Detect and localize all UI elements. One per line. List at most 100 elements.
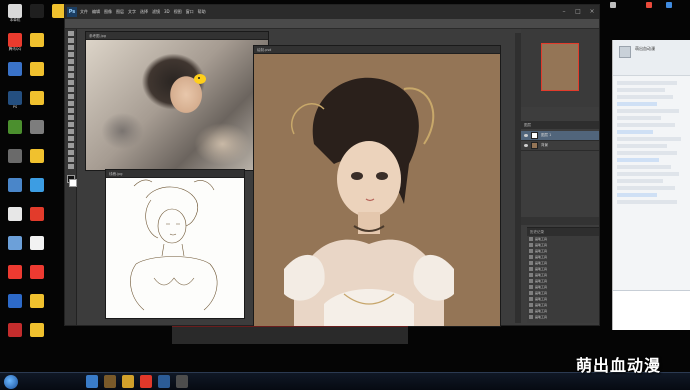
menu-item[interactable]: 视图	[174, 9, 182, 15]
lasso-tool-icon[interactable]	[67, 45, 74, 50]
taskbar-app-button[interactable]	[86, 375, 98, 388]
desktop-icon[interactable]	[4, 178, 26, 192]
brush-icon	[529, 273, 533, 277]
desktop-icon[interactable]	[26, 265, 48, 279]
brush-icon	[529, 255, 533, 259]
painting-drawing	[284, 77, 454, 326]
history-item[interactable]: 画笔工具	[527, 314, 599, 320]
document-painting[interactable]: 绘制.psd	[253, 45, 501, 327]
desktop-icon[interactable]	[26, 178, 48, 192]
sketch-drawing	[130, 179, 218, 311]
desktop-icon[interactable]	[4, 207, 26, 221]
start-button[interactable]	[4, 375, 18, 389]
desktop-icon[interactable]: 腾讯QQ	[4, 33, 26, 51]
document-tab[interactable]: 线稿.jpg	[106, 170, 244, 178]
taskbar-app-button[interactable]	[122, 375, 134, 388]
taskbar-app-button[interactable]	[140, 375, 152, 388]
desktop-icon[interactable]	[4, 323, 26, 337]
path-select-icon[interactable]	[67, 143, 74, 148]
desktop-icon[interactable]	[26, 207, 48, 221]
layers-panel-header[interactable]: 图层	[521, 121, 599, 129]
eraser-tool-icon[interactable]	[67, 101, 74, 106]
desktop-icon[interactable]	[26, 294, 48, 308]
photoshop-logo: Ps	[67, 7, 77, 17]
blur-tool-icon[interactable]	[67, 115, 74, 120]
chat-input[interactable]	[613, 290, 690, 330]
menu-item[interactable]: 3D	[164, 9, 170, 15]
menu-item[interactable]: 编辑	[92, 9, 100, 15]
desktop-icon[interactable]	[26, 4, 48, 18]
avatar[interactable]	[619, 46, 631, 58]
minimize-button[interactable]: –	[557, 5, 571, 19]
shape-tool-icon[interactable]	[67, 150, 74, 155]
desktop-icon[interactable]	[4, 265, 26, 279]
desktop-icon[interactable]	[26, 149, 48, 163]
desktop-icon[interactable]: PS	[4, 91, 26, 109]
desktop-icon[interactable]	[4, 294, 26, 308]
stamp-tool-icon[interactable]	[67, 87, 74, 92]
desktop-icon[interactable]	[26, 323, 48, 337]
document-tab[interactable]: 参考图.jpg	[86, 32, 268, 40]
chat-header: 萌出血动漫	[613, 40, 690, 76]
desktop-icon[interactable]	[4, 62, 26, 76]
layer-row[interactable]: 图层 1	[521, 131, 599, 141]
document-line-sketch[interactable]: 线稿.jpg	[105, 169, 245, 319]
navigator-thumbnail[interactable]	[541, 43, 579, 91]
desktop-icon[interactable]	[4, 149, 26, 163]
menu-item[interactable]: 图层	[116, 9, 124, 15]
brush-tool-icon[interactable]	[67, 80, 74, 85]
background-window[interactable]	[172, 326, 408, 344]
taskbar-app-button[interactable]	[158, 375, 170, 388]
menu-item[interactable]: 文件	[80, 9, 88, 15]
desktop-icon[interactable]: 本单机	[4, 4, 26, 22]
app-icon[interactable]	[646, 2, 652, 8]
menu-item[interactable]: 选择	[140, 9, 148, 15]
wand-tool-icon[interactable]	[67, 52, 74, 57]
crop-tool-icon[interactable]	[67, 59, 74, 64]
history-panel-header[interactable]: 历史记录	[527, 228, 599, 236]
history-item-label: 画笔工具	[535, 243, 548, 247]
dodge-tool-icon[interactable]	[67, 122, 74, 127]
menu-item[interactable]: 帮助	[198, 9, 206, 15]
brush-icon	[529, 309, 533, 313]
taskbar-app-button[interactable]	[104, 375, 116, 388]
type-tool-icon[interactable]	[67, 136, 74, 141]
app-icon	[30, 4, 44, 18]
gradient-tool-icon[interactable]	[67, 108, 74, 113]
app-icon[interactable]	[610, 2, 616, 8]
marquee-tool-icon[interactable]	[67, 38, 74, 43]
pen-tool-icon[interactable]	[67, 129, 74, 134]
document-reference-photo[interactable]: 参考图.jpg	[85, 31, 269, 171]
menu-bar: Ps 文件 编辑 图像 图层 文字 选择 滤镜 3D 视图 窗口 帮助	[65, 5, 599, 19]
hand-tool-icon[interactable]	[67, 157, 74, 162]
desktop-icon[interactable]	[26, 91, 48, 105]
menu-item[interactable]: 文字	[128, 9, 136, 15]
desktop-icon[interactable]	[26, 62, 48, 76]
eyedropper-tool-icon[interactable]	[67, 66, 74, 71]
taskbar-app-button[interactable]	[176, 375, 188, 388]
document-tab[interactable]: 绘制.psd	[254, 46, 500, 54]
brush-icon	[529, 261, 533, 265]
eye-icon[interactable]	[524, 144, 528, 147]
app-icon[interactable]	[666, 2, 672, 8]
desktop-icon[interactable]	[26, 33, 48, 47]
menu-item[interactable]: 图像	[104, 9, 112, 15]
move-tool-icon[interactable]	[67, 31, 74, 36]
desktop-icon[interactable]	[26, 120, 48, 134]
background-color-swatch[interactable]	[69, 179, 77, 187]
desktop-icon[interactable]	[26, 236, 48, 250]
history-item-label: 画笔工具	[535, 261, 548, 265]
layer-row[interactable]: 背景	[521, 141, 599, 151]
history-item-label: 画笔工具	[535, 273, 548, 277]
desktop-icon[interactable]	[4, 120, 26, 134]
menu-item[interactable]: 窗口	[186, 9, 194, 15]
history-brush-icon[interactable]	[67, 94, 74, 99]
zoom-tool-icon[interactable]	[67, 164, 74, 169]
desktop-icon[interactable]	[4, 236, 26, 250]
maximize-button[interactable]: □	[571, 5, 585, 19]
healing-tool-icon[interactable]	[67, 73, 74, 78]
menu-item[interactable]: 滤镜	[152, 9, 160, 15]
eye-icon[interactable]	[524, 134, 528, 137]
close-button[interactable]: ×	[585, 5, 599, 19]
top-right-icons	[606, 0, 690, 10]
